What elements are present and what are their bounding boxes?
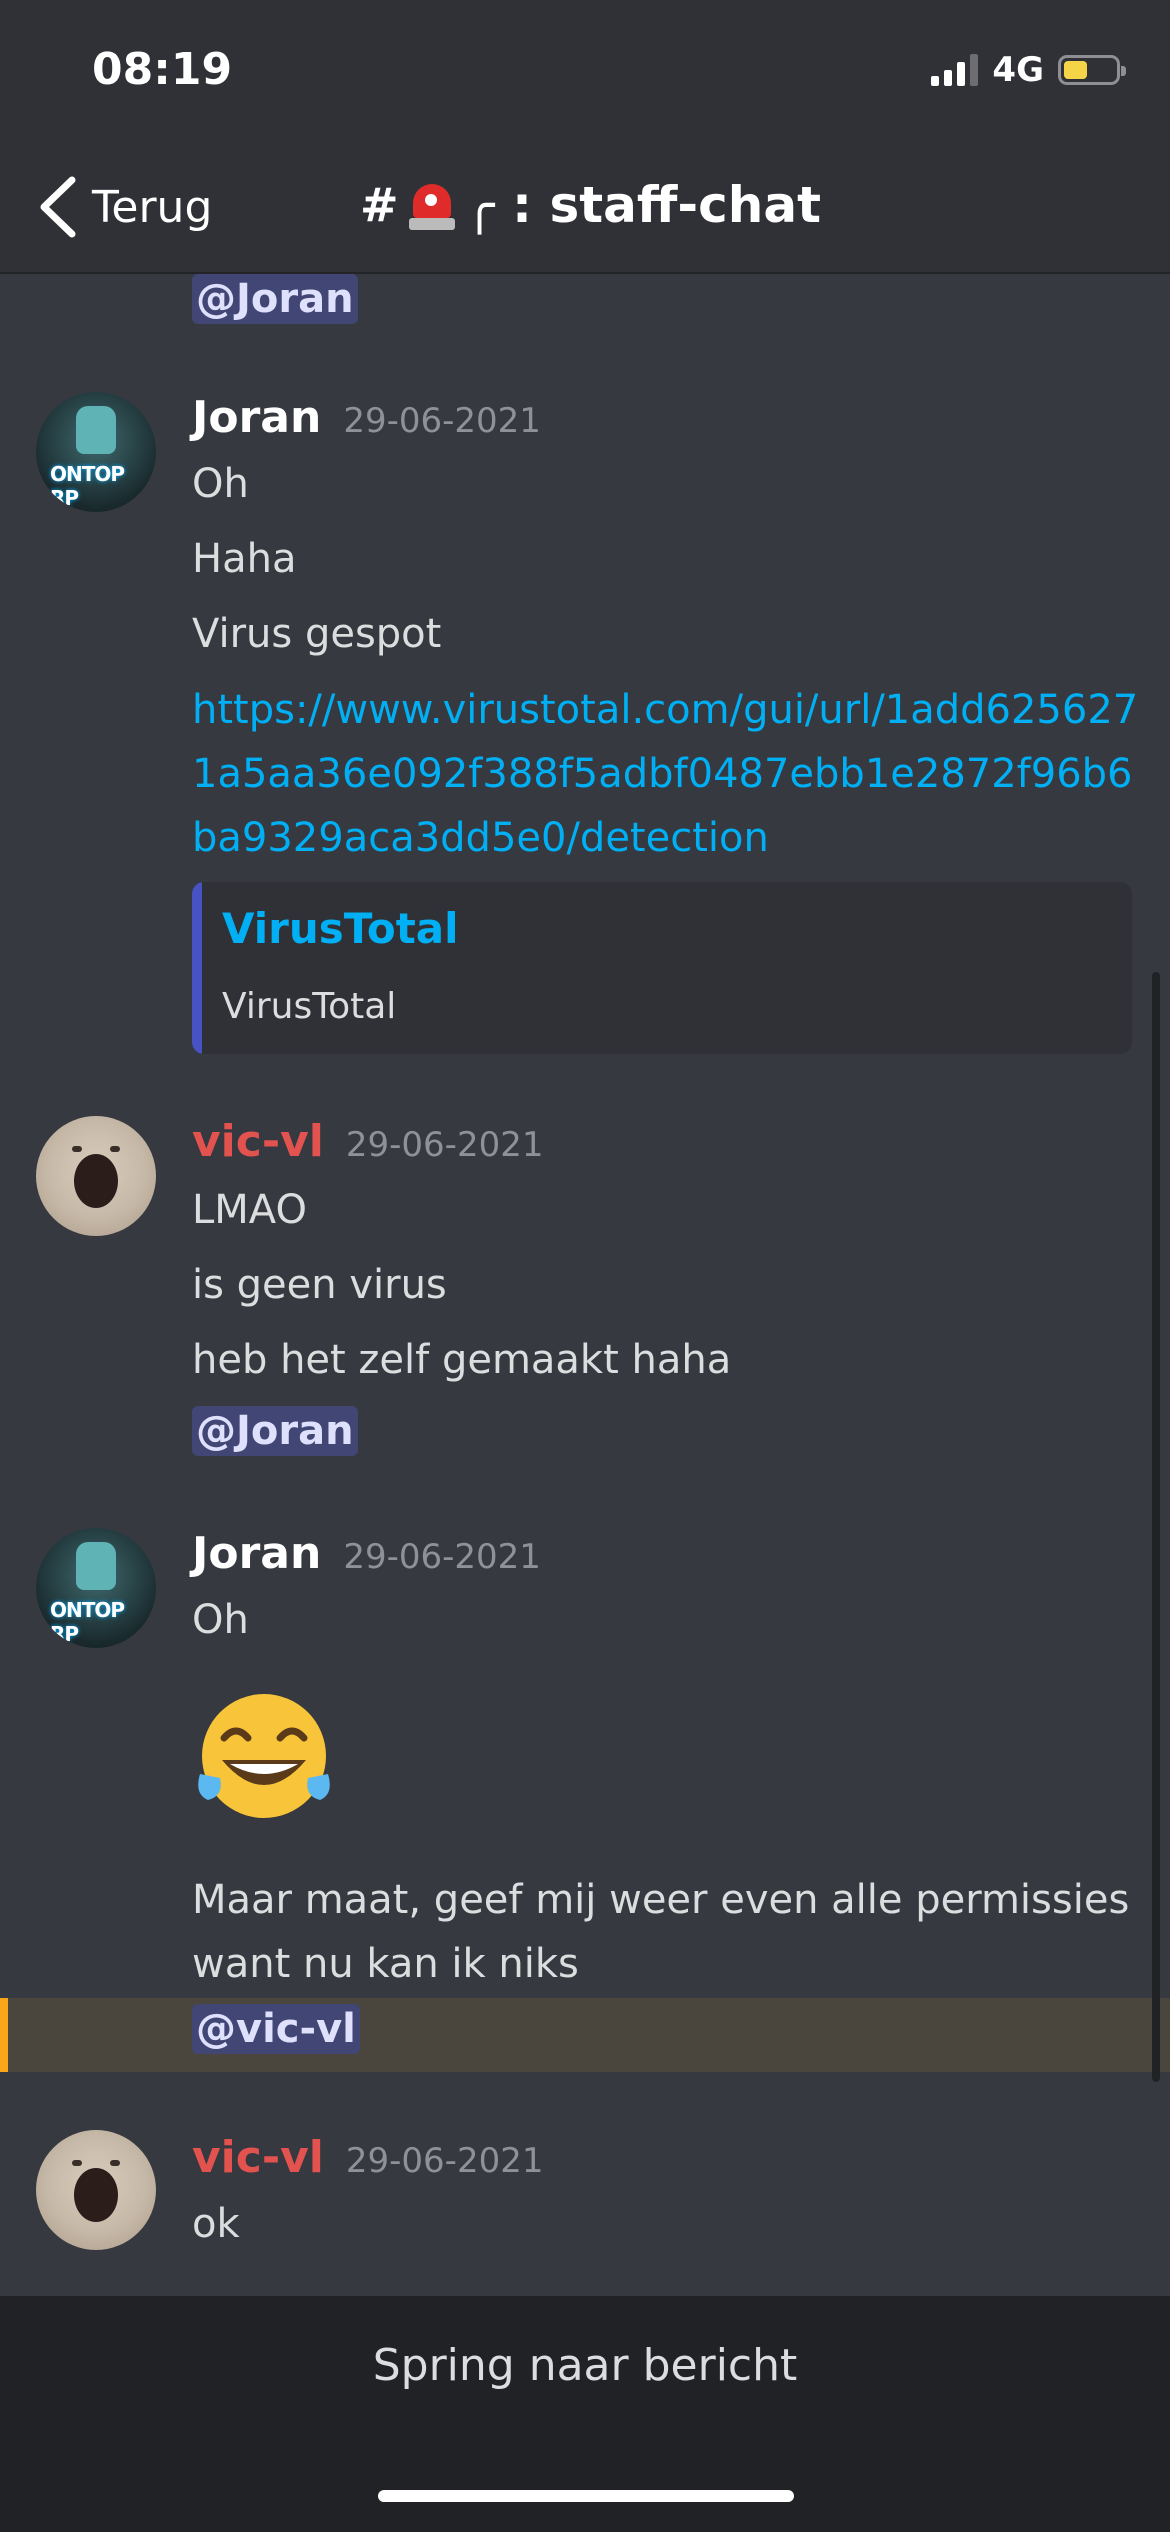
avatar[interactable]: ONTOP RP	[36, 392, 156, 512]
message-line: Haha	[192, 536, 297, 582]
message-line: ok	[192, 2201, 240, 2247]
siren-icon	[408, 178, 455, 232]
virustotal-link[interactable]: https://www.virustotal.com/gui/url/1add6…	[192, 678, 1152, 870]
message-date: 29-06-2021	[343, 401, 541, 441]
message-date: 29-06-2021	[345, 1125, 544, 1165]
message-header: Joran 29-06-2021	[192, 1528, 541, 1579]
list-item: @Joran	[192, 274, 358, 324]
message-line: LMAO	[192, 1187, 307, 1233]
joy-emoji-icon	[198, 1694, 330, 1818]
message-line: is geen virus	[192, 1262, 447, 1308]
channel-name: ╭ : staff-chat	[464, 176, 821, 234]
back-button[interactable]: Terug	[38, 176, 212, 238]
author-name[interactable]: vic-vl	[192, 1116, 324, 1167]
mention-chip[interactable]: @Joran	[192, 274, 358, 324]
message-line: heb het zelf gemaakt haha	[192, 1337, 732, 1383]
list-item: @vic-vl	[192, 2004, 360, 2054]
message-header: vic-vl 29-06-2021	[192, 2132, 543, 2183]
top-bar: 08:19 4G Terug # ╭ : staff-chat	[0, 0, 1170, 274]
message-date: 29-06-2021	[343, 1537, 541, 1577]
battery-icon	[1058, 55, 1126, 85]
message-header: Joran 29-06-2021	[192, 392, 541, 443]
mention-chip[interactable]: @Joran	[192, 1406, 358, 1456]
mention-chip[interactable]: @vic-vl	[192, 2004, 360, 2054]
status-indicators: 4G	[931, 50, 1126, 90]
message-date: 29-06-2021	[345, 2141, 544, 2181]
signal-icon	[931, 54, 979, 86]
home-indicator[interactable]	[378, 2490, 794, 2502]
embed-description: VirusTotal	[222, 986, 397, 1027]
message-text: Maar maat, geef mij weer even alle permi…	[192, 1877, 1130, 1987]
link-embed[interactable]: VirusTotal VirusTotal	[192, 882, 1132, 1054]
author-name[interactable]: Joran	[192, 1528, 321, 1579]
list-item: @Joran	[192, 1406, 358, 1456]
avatar[interactable]	[36, 2130, 156, 2250]
embed-title[interactable]: VirusTotal	[222, 904, 459, 953]
back-label: Terug	[92, 181, 213, 233]
message-line: Virus gespot	[192, 611, 442, 657]
author-name[interactable]: vic-vl	[192, 2132, 324, 2183]
avatar[interactable]	[36, 1116, 156, 1236]
embed-accent	[192, 882, 202, 1054]
jump-to-message-label[interactable]: Spring naar bericht	[0, 2340, 1170, 2391]
chevron-left-icon	[40, 176, 76, 238]
channel-hash: #	[360, 178, 399, 232]
mention-highlight	[0, 1998, 1170, 2072]
network-type: 4G	[992, 50, 1044, 90]
message-header: vic-vl 29-06-2021	[192, 1116, 543, 1167]
channel-title[interactable]: # ╭ : staff-chat	[360, 176, 821, 234]
message-line: Oh	[192, 461, 249, 507]
author-name[interactable]: Joran	[192, 392, 321, 443]
status-time: 08:19	[92, 44, 233, 95]
avatar[interactable]: ONTOP RP	[36, 1528, 156, 1648]
scrollbar[interactable]	[1152, 972, 1160, 2082]
message-line: Oh	[192, 1597, 249, 1643]
